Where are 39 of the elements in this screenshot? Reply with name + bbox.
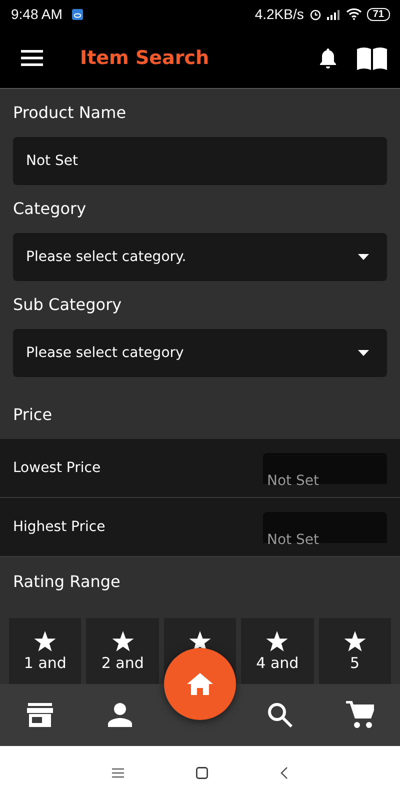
rating-option[interactable]: 4 and (241, 618, 314, 684)
cart-icon[interactable] (346, 701, 374, 729)
menu-icon[interactable] (112, 768, 124, 778)
price-label: Lowest Price (13, 460, 102, 476)
price-label: Highest Price (13, 519, 106, 535)
alarm-icon (308, 8, 322, 20)
back-icon[interactable] (280, 767, 288, 779)
wifi-icon (346, 8, 362, 20)
star-icon (112, 631, 134, 652)
home-icon (187, 673, 213, 695)
store-icon[interactable] (27, 703, 53, 727)
person-icon[interactable] (108, 703, 132, 727)
field-label: Product Name (13, 102, 128, 124)
app-title: Item Search (80, 47, 210, 69)
star-icon (34, 631, 56, 652)
network-speed: 4.2KB/s (254, 6, 304, 22)
rating-option[interactable]: 1 and (9, 618, 82, 684)
bell-icon[interactable] (319, 47, 337, 69)
rating-option[interactable]: 2 and (86, 618, 159, 684)
menu-icon[interactable] (21, 50, 43, 66)
star-icon (344, 631, 366, 652)
home-icon[interactable] (196, 767, 208, 779)
cloud-icon (72, 8, 84, 20)
dropdown-field[interactable]: Please select category (13, 329, 387, 377)
dropdown-field[interactable]: Please select category. (13, 233, 387, 281)
signal-icon (326, 8, 341, 20)
book-icon[interactable] (357, 46, 387, 70)
star-icon (266, 631, 288, 652)
field-label: Sub Category (13, 294, 123, 316)
field-label: Category (13, 198, 88, 220)
status-time: 9:48 AM (11, 6, 62, 22)
caret-icon (358, 254, 369, 260)
section-title: Price (12, 404, 54, 426)
search-icon[interactable] (267, 702, 293, 728)
section-title: Rating Range (12, 571, 122, 593)
caret-icon (358, 350, 369, 356)
text-field[interactable]: Not Set (13, 137, 387, 185)
rating-option[interactable]: 5 (318, 618, 392, 684)
battery-level: 71 (366, 8, 390, 20)
